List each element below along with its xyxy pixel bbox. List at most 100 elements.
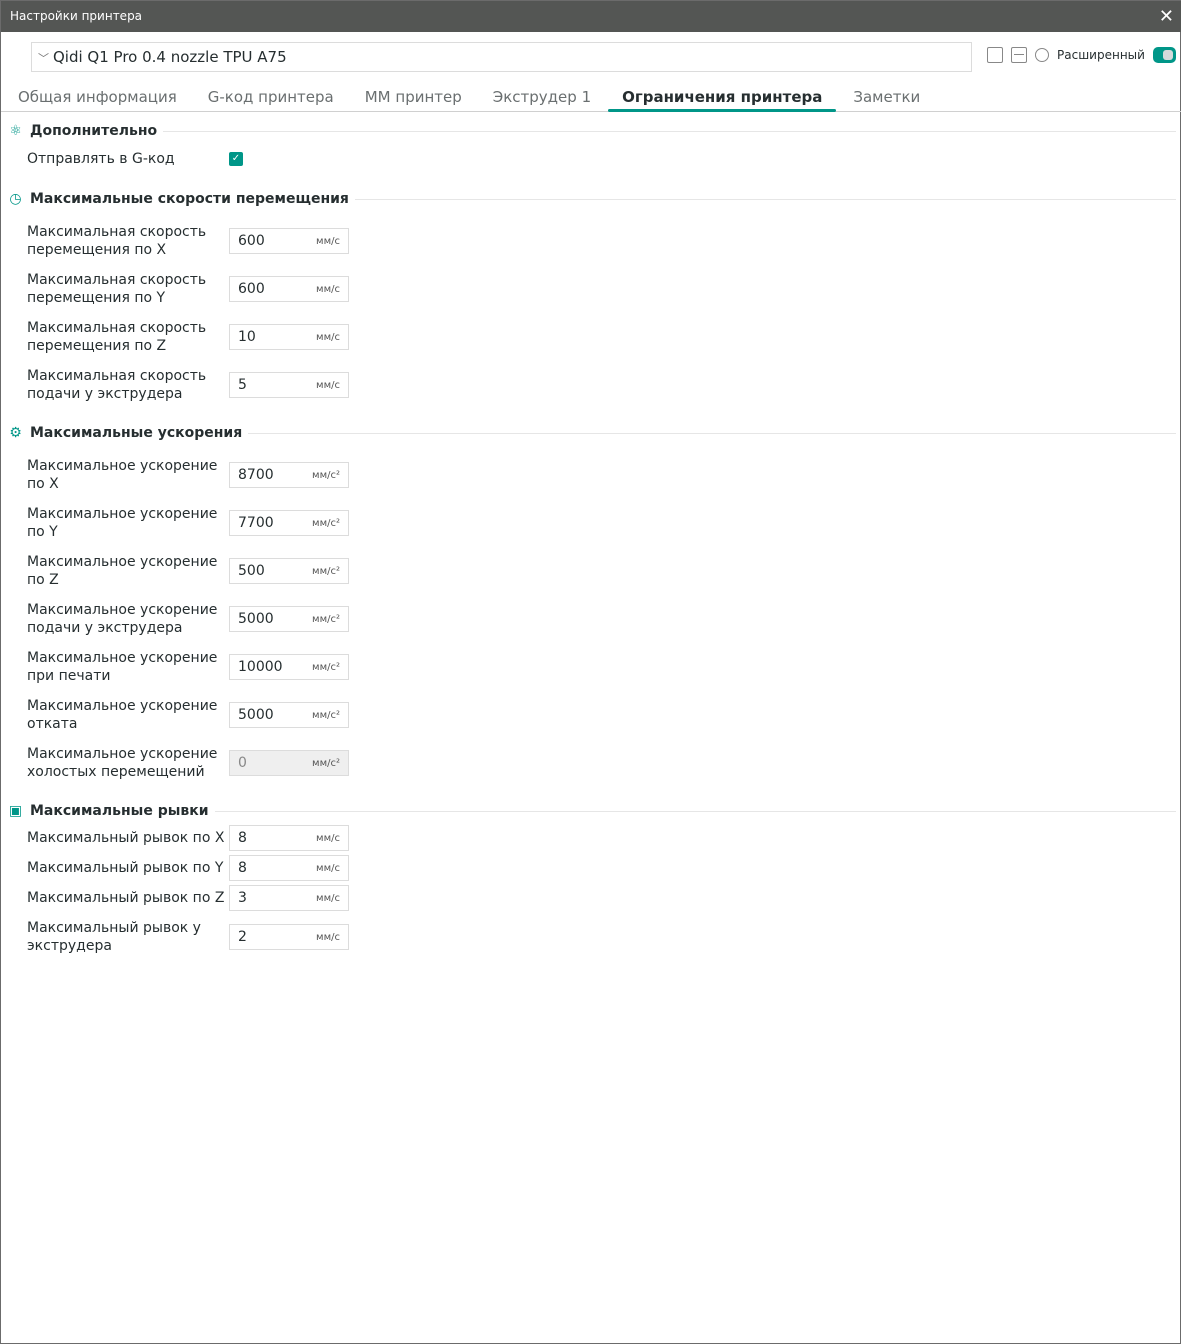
close-icon[interactable]: ✕ xyxy=(1159,1,1174,32)
value-input: 0 мм/с² xyxy=(229,750,349,776)
value-input[interactable]: 500 мм/с² xyxy=(229,558,349,584)
value-input[interactable]: 5 мм/с xyxy=(229,372,349,398)
setting-label: Максимальное ускорение при печати xyxy=(27,650,218,684)
tab-4[interactable]: Ограничения принтера xyxy=(608,83,837,112)
value-input[interactable]: 5000 мм/с² xyxy=(229,606,349,632)
input-value: 600 xyxy=(238,281,265,297)
setting-label: Максимальный рывок у экструдера xyxy=(27,920,201,954)
setting-label: Отправлять в G-код xyxy=(27,151,175,167)
setting-label: Максимальное ускорение подачи у экструде… xyxy=(27,602,218,636)
unit-label: мм/с xyxy=(316,283,340,295)
preset-dropdown[interactable]: ﹀ Qidi Q1 Pro 0.4 nozzle TPU A75 xyxy=(31,42,972,72)
input-value: 8700 xyxy=(238,467,274,483)
setting-row: Максимальный рывок по Y 8 мм/с xyxy=(1,853,1181,883)
setting-row: Максимальное ускорение отката 5000 мм/с² xyxy=(1,691,1181,739)
setting-label: Максимальный рывок по X xyxy=(27,830,225,846)
section-header: ◷ Максимальные скорости перемещения xyxy=(1,189,1181,209)
setting-label: Максимальное ускорение по X xyxy=(27,458,218,492)
advanced-mode-toggle[interactable] xyxy=(1152,47,1176,63)
value-input[interactable]: 8 мм/с xyxy=(229,855,349,881)
speedometer-icon: ◷ xyxy=(9,190,22,207)
input-value: 8 xyxy=(238,830,247,846)
section-header: ⚙ Максимальные ускорения xyxy=(1,423,1181,443)
divider xyxy=(248,432,1176,434)
unit-label: мм/с² xyxy=(312,469,340,481)
collapse-icon[interactable] xyxy=(1011,47,1027,63)
setting-row: Максимальная скорость перемещения по Z 10… xyxy=(1,313,1181,361)
value-input[interactable]: 10 мм/с xyxy=(229,324,349,350)
input-value: 5 xyxy=(238,377,247,393)
unit-label: мм/с xyxy=(316,235,340,247)
jerk-icon: ▣ xyxy=(8,802,23,819)
settings-content: ⚛ Дополнительно Отправлять в G-код ✓ ◷ Максим… xyxy=(1,121,1181,961)
input-value: 2 xyxy=(238,929,247,945)
atom-icon: ⚛ xyxy=(9,122,22,139)
save-icon[interactable] xyxy=(987,47,1003,63)
chevron-down-icon: ﹀ xyxy=(38,52,49,65)
unit-label: мм/с² xyxy=(312,661,340,673)
setting-label: Максимальная скорость перемещения по Y xyxy=(27,272,207,306)
setting-label: Максимальный рывок по Y xyxy=(27,860,224,876)
value-input[interactable]: 3 мм/с xyxy=(229,885,349,911)
value-input[interactable]: 5000 мм/с² xyxy=(229,702,349,728)
input-value: 10000 xyxy=(238,659,283,675)
tab-bar: Общая информация G-код принтера ММ принтер… xyxy=(1,83,1181,112)
section-title: Максимальные ускорения xyxy=(30,425,243,441)
setting-row: Отправлять в G-код ✓ xyxy=(1,143,1181,175)
unit-label: мм/с² xyxy=(312,709,340,721)
value-input[interactable]: 8 мм/с xyxy=(229,825,349,851)
setting-label: Максимальная скорость перемещения по X xyxy=(27,224,207,258)
setting-label: Максимальное ускорение отката xyxy=(27,698,218,732)
setting-label: Максимальное ускорение по Z xyxy=(27,554,218,588)
unit-label: мм/с xyxy=(316,862,340,874)
setting-label: Максимальная скорость подачи у экструдер… xyxy=(27,368,207,402)
setting-row: Максимальная скорость перемещения по Y 60… xyxy=(1,265,1181,313)
tab-0[interactable]: Общая информация xyxy=(4,83,191,111)
send-to-gcode-checkbox[interactable]: ✓ xyxy=(229,152,243,166)
section-title: Дополнительно xyxy=(30,123,158,139)
unit-label: мм/с² xyxy=(312,517,340,529)
setting-row: Максимальное ускорение по X 8700 мм/с² xyxy=(1,451,1181,499)
tab-3[interactable]: Экструдер 1 xyxy=(479,83,605,111)
unit-label: мм/с² xyxy=(312,757,340,769)
unit-label: мм/с xyxy=(316,379,340,391)
unit-label: мм/с xyxy=(316,892,340,904)
setting-row: Максимальная скорость подачи у экструдер… xyxy=(1,361,1181,409)
section-header: ▣ Максимальные рывки xyxy=(1,801,1181,821)
unit-label: мм/с xyxy=(316,832,340,844)
acceleration-icon: ⚙ xyxy=(9,424,22,441)
input-value: 10 xyxy=(238,329,256,345)
unit-label: мм/с² xyxy=(312,613,340,625)
input-value: 5000 xyxy=(238,611,274,627)
setting-row: Максимальный рывок по X 8 мм/с xyxy=(1,823,1181,853)
setting-row: Максимальное ускорение холостых перемеще… xyxy=(1,739,1181,787)
setting-label: Максимальное ускорение холостых перемеще… xyxy=(27,746,218,780)
input-value: 5000 xyxy=(238,707,274,723)
value-input[interactable]: 600 мм/с xyxy=(229,228,349,254)
input-value: 3 xyxy=(238,890,247,906)
search-icon[interactable] xyxy=(1035,48,1049,62)
input-value: 8 xyxy=(238,860,247,876)
section-header: ⚛ Дополнительно xyxy=(1,121,1181,141)
input-value: 500 xyxy=(238,563,265,579)
setting-label: Максимальный рывок по Z xyxy=(27,890,225,906)
divider xyxy=(163,130,1176,132)
value-input[interactable]: 7700 мм/с² xyxy=(229,510,349,536)
value-input[interactable]: 10000 мм/с² xyxy=(229,654,349,680)
section-title: Максимальные скорости перемещения xyxy=(30,191,349,207)
tab-5[interactable]: Заметки xyxy=(839,83,934,111)
tab-1[interactable]: G-код принтера xyxy=(194,83,348,111)
setting-label: Максимальное ускорение по Y xyxy=(27,506,218,540)
value-input[interactable]: 2 мм/с xyxy=(229,924,349,950)
unit-label: мм/с xyxy=(316,931,340,943)
divider xyxy=(214,810,1176,812)
setting-row: Максимальный рывок по Z 3 мм/с xyxy=(1,883,1181,913)
preset-name: Qidi Q1 Pro 0.4 nozzle TPU A75 xyxy=(53,48,287,66)
input-value: 0 xyxy=(238,755,247,771)
tab-2[interactable]: ММ принтер xyxy=(351,83,476,111)
setting-row: Максимальное ускорение по Z 500 мм/с² xyxy=(1,547,1181,595)
divider xyxy=(354,198,1176,200)
value-input[interactable]: 8700 мм/с² xyxy=(229,462,349,488)
value-input[interactable]: 600 мм/с xyxy=(229,276,349,302)
setting-label: Максимальная скорость перемещения по Z xyxy=(27,320,207,354)
